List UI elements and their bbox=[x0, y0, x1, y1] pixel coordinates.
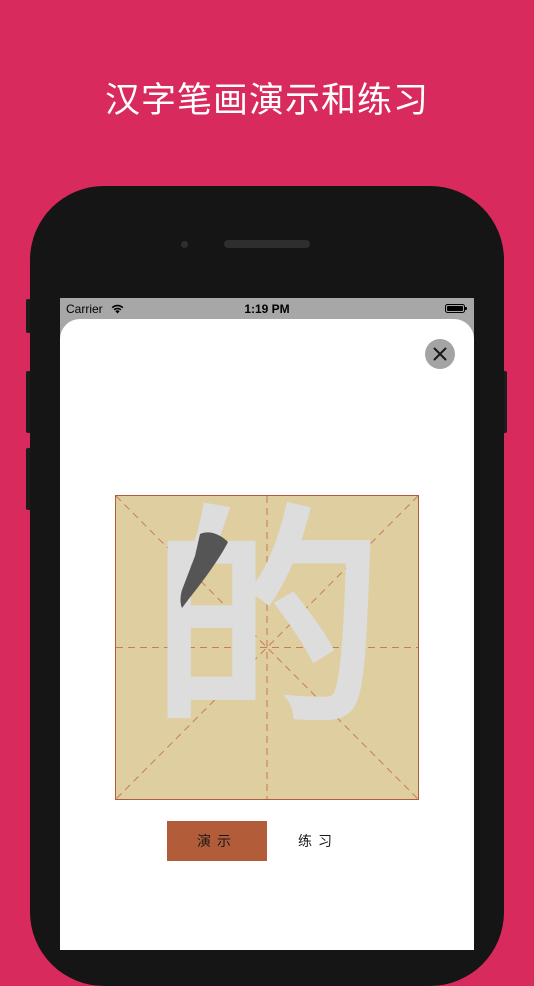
close-icon bbox=[433, 347, 447, 361]
earpiece-speaker bbox=[224, 240, 310, 248]
battery-icon bbox=[445, 304, 467, 313]
phone-screen: Carrier 1:19 PM 的 演示 练习 bbox=[60, 298, 474, 950]
character-glyph: 的 bbox=[151, 496, 383, 757]
character-grid[interactable]: 的 bbox=[115, 495, 419, 800]
status-time: 1:19 PM bbox=[244, 302, 290, 316]
demo-button[interactable]: 演示 bbox=[167, 821, 267, 861]
status-bar: Carrier 1:19 PM bbox=[60, 298, 474, 320]
stroke-sheet: 的 演示 练习 bbox=[60, 319, 474, 950]
front-camera bbox=[181, 241, 188, 248]
close-button[interactable] bbox=[425, 339, 455, 369]
practice-button[interactable]: 练习 bbox=[268, 821, 368, 861]
stroke-canvas: 的 bbox=[116, 496, 418, 799]
promo-headline: 汉字笔画演示和练习 bbox=[104, 81, 429, 121]
